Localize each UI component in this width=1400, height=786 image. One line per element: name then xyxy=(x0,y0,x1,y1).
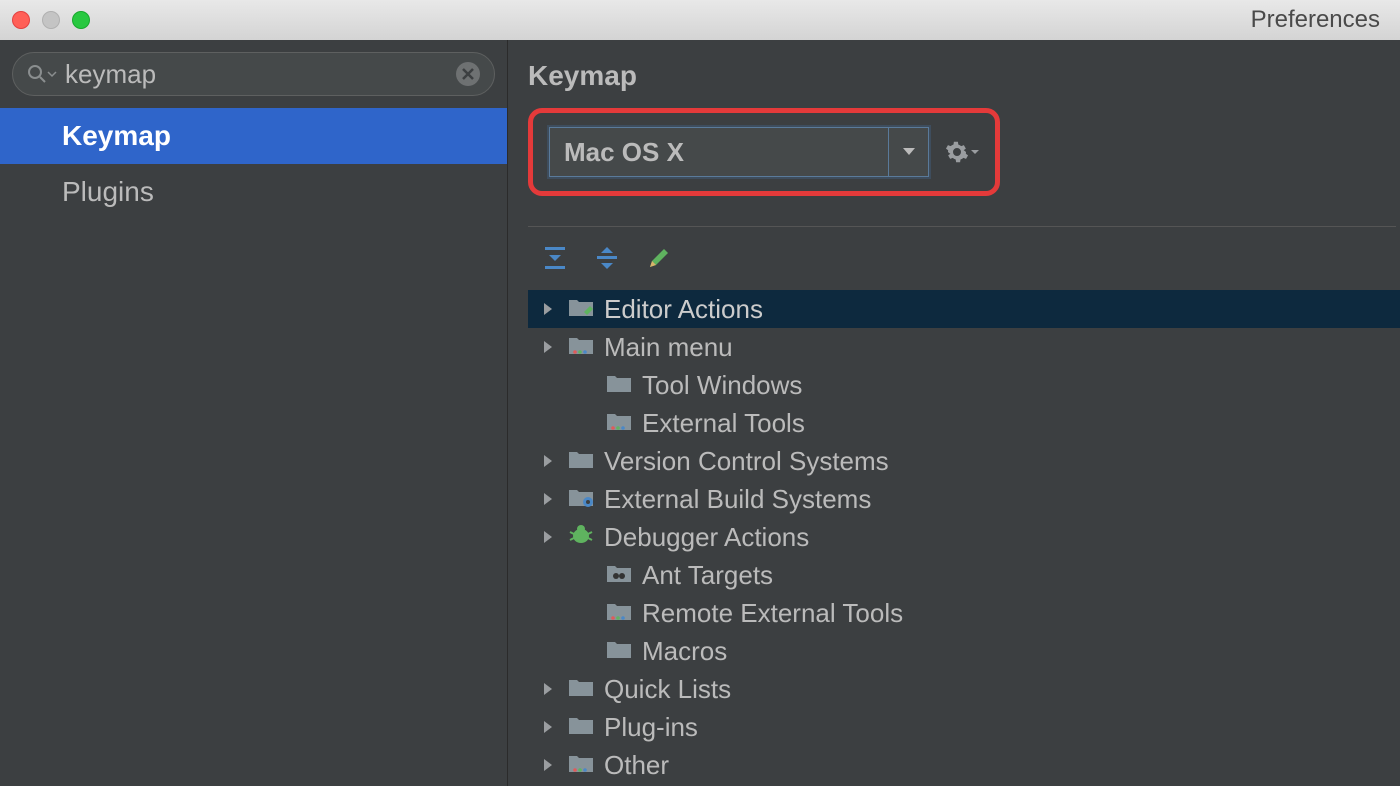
sidebar-item-label: Keymap xyxy=(62,120,171,151)
sidebar-item-plugins[interactable]: Plugins xyxy=(0,164,507,220)
keymap-dropdown[interactable]: Mac OS X xyxy=(549,127,929,177)
folder-gear-icon xyxy=(568,484,594,515)
tree-node-label: Main menu xyxy=(604,332,733,363)
tree-node[interactable]: Macros xyxy=(528,632,1400,670)
pencil-icon xyxy=(646,245,672,271)
tree-node-label: Other xyxy=(604,750,669,781)
tree-node[interactable]: Other xyxy=(528,746,1400,784)
folder-edit-icon xyxy=(568,294,594,325)
tree-node-label: External Build Systems xyxy=(604,484,871,515)
separator xyxy=(528,226,1396,227)
tree-node[interactable]: Plug-ins xyxy=(528,708,1400,746)
gear-icon xyxy=(945,140,969,164)
folder-icon xyxy=(568,712,594,743)
expand-all-button[interactable] xyxy=(542,245,568,276)
chevron-down-icon xyxy=(47,69,57,79)
folder-dots-icon xyxy=(606,408,632,439)
search-input[interactable] xyxy=(65,59,456,90)
tree-node-label: External Tools xyxy=(642,408,805,439)
main-panel: Keymap Mac OS X xyxy=(508,40,1400,786)
folder-dots-icon xyxy=(568,332,594,363)
sidebar-list: Keymap Plugins xyxy=(0,108,507,786)
expand-arrow-icon xyxy=(538,530,558,544)
bug-icon xyxy=(568,522,594,553)
tree-node[interactable]: Debugger Actions xyxy=(528,518,1400,556)
keymap-settings-button[interactable] xyxy=(945,140,979,164)
minimize-window-button[interactable] xyxy=(42,11,60,29)
sidebar: Keymap Plugins xyxy=(0,40,508,786)
tree-toolbar xyxy=(528,245,1400,290)
tree-node[interactable]: External Build Systems xyxy=(528,480,1400,518)
chevron-down-icon xyxy=(971,148,979,156)
folder-icon xyxy=(568,446,594,477)
tree-node-label: Remote External Tools xyxy=(642,598,903,629)
tree-node-label: Plug-ins xyxy=(604,712,698,743)
collapse-all-button[interactable] xyxy=(594,245,620,276)
close-window-button[interactable] xyxy=(12,11,30,29)
keymap-dropdown-value: Mac OS X xyxy=(550,128,888,176)
titlebar: Preferences xyxy=(0,0,1400,40)
search-icon xyxy=(27,64,57,84)
tree-node[interactable]: Tool Windows xyxy=(528,366,1400,404)
tree-node[interactable]: Ant Targets xyxy=(528,556,1400,594)
tree-node-label: Quick Lists xyxy=(604,674,731,705)
tree-node[interactable]: Remote External Tools xyxy=(528,594,1400,632)
window-title: Preferences xyxy=(1251,6,1380,34)
tree-node[interactable]: Editor Actions xyxy=(528,290,1400,328)
tree-node-label: Macros xyxy=(642,636,727,667)
tree-node[interactable]: External Tools xyxy=(528,404,1400,442)
expand-arrow-icon xyxy=(538,454,558,468)
expand-arrow-icon xyxy=(538,302,558,316)
folder-icon xyxy=(606,370,632,401)
tree-node[interactable]: Quick Lists xyxy=(528,670,1400,708)
chevron-down-icon xyxy=(888,128,928,176)
traffic-lights xyxy=(12,11,90,29)
expand-arrow-icon xyxy=(538,492,558,506)
folder-icon xyxy=(606,636,632,667)
folder-ant-icon xyxy=(606,560,632,591)
sidebar-item-label: Plugins xyxy=(62,176,154,207)
folder-dots-icon xyxy=(606,598,632,629)
tree-node-label: Ant Targets xyxy=(642,560,773,591)
collapse-all-icon xyxy=(594,245,620,271)
tree-node-label: Version Control Systems xyxy=(604,446,889,477)
tree-node-label: Tool Windows xyxy=(642,370,802,401)
tree-node[interactable]: Version Control Systems xyxy=(528,442,1400,480)
expand-arrow-icon xyxy=(538,340,558,354)
close-icon xyxy=(462,68,474,80)
search-box[interactable] xyxy=(12,52,495,96)
page-title: Keymap xyxy=(528,60,1400,92)
keymap-selector-highlight: Mac OS X xyxy=(528,108,1000,196)
edit-button[interactable] xyxy=(646,245,672,276)
expand-arrow-icon xyxy=(538,758,558,772)
expand-arrow-icon xyxy=(538,720,558,734)
sidebar-item-keymap[interactable]: Keymap xyxy=(0,108,507,164)
folder-dots-icon xyxy=(568,750,594,781)
tree-node-label: Editor Actions xyxy=(604,294,763,325)
clear-search-button[interactable] xyxy=(456,62,480,86)
tree-node-label: Debugger Actions xyxy=(604,522,809,553)
expand-arrow-icon xyxy=(538,682,558,696)
tree-node[interactable]: Main menu xyxy=(528,328,1400,366)
expand-all-icon xyxy=(542,245,568,271)
folder-icon xyxy=(568,674,594,705)
maximize-window-button[interactable] xyxy=(72,11,90,29)
action-tree: Editor Actions Main menu Tool Windows Exter… xyxy=(528,290,1400,786)
